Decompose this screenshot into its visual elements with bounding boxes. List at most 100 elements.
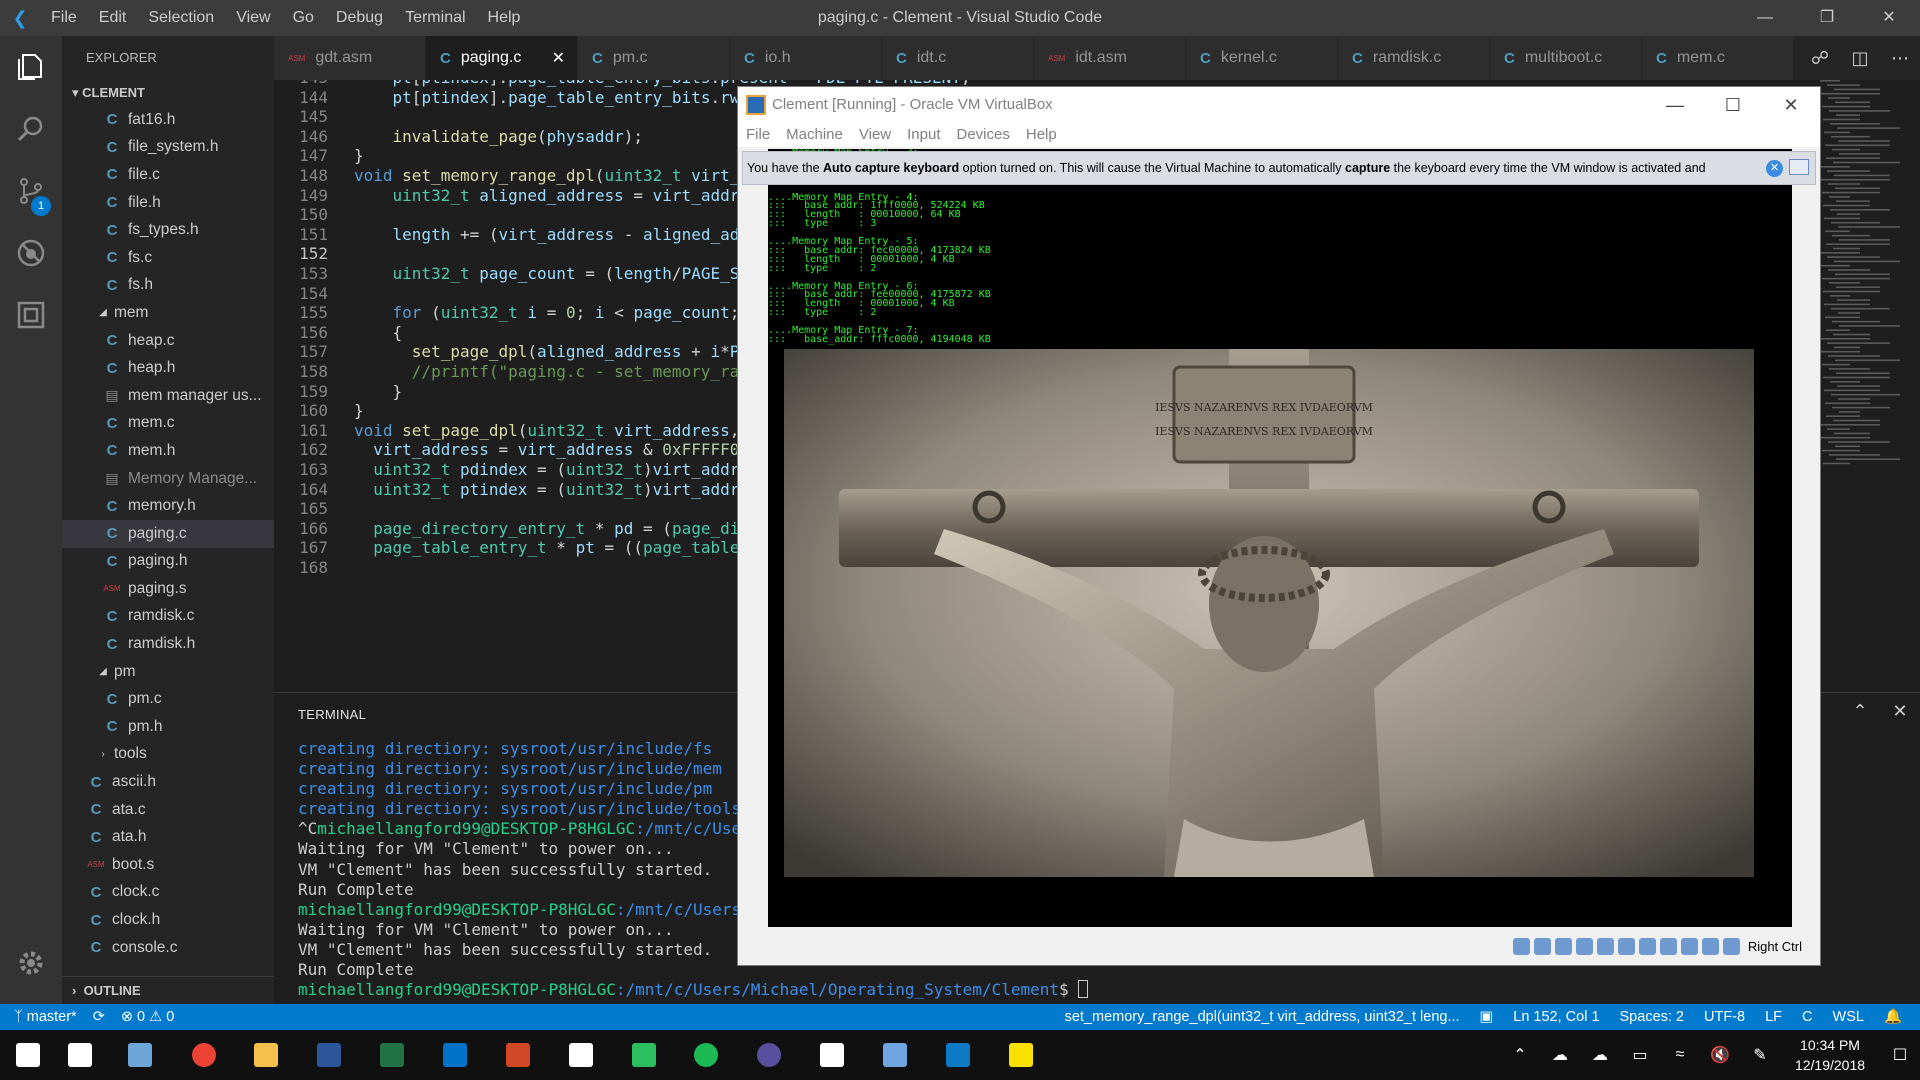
menu-help[interactable]: Help <box>477 0 532 36</box>
battery-icon[interactable]: ▭ <box>1620 1045 1660 1065</box>
tree-item-ramdisk-c[interactable]: Cramdisk.c <box>62 603 274 631</box>
wifi-icon[interactable]: ≈ <box>1660 1046 1700 1064</box>
tree-item-tools[interactable]: › tools <box>62 741 274 769</box>
tree-item-fs-types-h[interactable]: Cfs_types.h <box>62 216 274 244</box>
tree-item-pm-h[interactable]: Cpm.h <box>62 713 274 741</box>
hdd-icon[interactable] <box>1513 938 1530 955</box>
display-icon[interactable] <box>1639 938 1656 955</box>
tree-item-fs-c[interactable]: Cfs.c <box>62 244 274 272</box>
tree-item-clock-h[interactable]: Cclock.h <box>62 906 274 934</box>
eclipse-icon[interactable] <box>749 1035 789 1075</box>
video-capture-icon[interactable] <box>1660 938 1677 955</box>
problems-indicator[interactable]: ⊗ 0 ⚠ 0 <box>121 1004 174 1030</box>
tree-item-memory-h[interactable]: Cmemory.h <box>62 492 274 520</box>
network-icon[interactable] <box>1576 938 1593 955</box>
notification-bell-icon[interactable]: 🔔 <box>1884 1004 1902 1030</box>
tree-item-mem-c[interactable]: Cmem.c <box>62 410 274 438</box>
indentation[interactable]: Spaces: 2 <box>1620 1004 1685 1030</box>
end-of-line[interactable]: LF <box>1765 1004 1782 1030</box>
menu-edit[interactable]: Edit <box>88 0 138 36</box>
tree-item-fs-h[interactable]: Cfs.h <box>62 272 274 300</box>
cpu-icon[interactable] <box>1681 938 1698 955</box>
tree-item-boot-s[interactable]: ASM boot.s <box>62 851 274 879</box>
excel-icon[interactable] <box>372 1035 412 1075</box>
notice-close-icon[interactable]: ✕ <box>1766 160 1783 177</box>
tree-item-console-c[interactable]: Cconsole.c <box>62 934 274 962</box>
tab-paging-c[interactable]: Cpaging.c ✕ <box>426 36 578 80</box>
tree-item-ascii-h[interactable]: Cascii.h <box>62 768 274 796</box>
task-view-icon[interactable] <box>60 1035 100 1075</box>
tree-item-file-system-h[interactable]: Cfile_system.h <box>62 134 274 162</box>
tree-item-file-h[interactable]: Cfile.h <box>62 189 274 217</box>
vbox-menu-help[interactable]: Help <box>1018 123 1065 147</box>
vbox-maximize-icon[interactable]: ☐ <box>1704 87 1762 123</box>
show-hidden-icons-icon[interactable]: ⌃ <box>1500 1045 1540 1065</box>
terminal-icon[interactable] <box>812 1035 852 1075</box>
open-changes-icon[interactable]: ☍ <box>1800 48 1840 69</box>
volume-muted-icon[interactable]: 🔇 <box>1700 1045 1740 1065</box>
search-icon[interactable] <box>0 98 62 160</box>
file-explorer-icon[interactable] <box>246 1035 286 1075</box>
cursor-position[interactable]: Ln 152, Col 1 <box>1513 1004 1599 1030</box>
onedrive-icon[interactable]: ☁ <box>1540 1045 1580 1065</box>
tab-close-icon[interactable]: ✕ <box>552 48 565 68</box>
tab-multiboot-c[interactable]: Cmultiboot.c <box>1490 36 1642 80</box>
remote-indicator[interactable]: WSL <box>1833 1004 1864 1030</box>
vbox-menu-view[interactable]: View <box>851 123 899 147</box>
menu-go[interactable]: Go <box>282 0 325 36</box>
maximize-panel-icon[interactable]: ⌃ <box>1840 701 1880 722</box>
tab-idt-asm[interactable]: ASM idt.asm <box>1034 36 1186 80</box>
settings-gear-icon[interactable] <box>0 932 62 994</box>
tab-pm-c[interactable]: Cpm.c <box>578 36 730 80</box>
action-center-icon[interactable]: ☐ <box>1880 1045 1920 1065</box>
extensions-icon[interactable] <box>0 284 62 346</box>
evernote-icon[interactable] <box>624 1035 664 1075</box>
tree-item-heap-c[interactable]: Cheap.c <box>62 327 274 355</box>
word-icon[interactable] <box>309 1035 349 1075</box>
host-key-label[interactable]: Right Ctrl <box>1748 929 1802 965</box>
vbox-menu-devices[interactable]: Devices <box>949 123 1018 147</box>
menu-debug[interactable]: Debug <box>325 0 394 36</box>
powerpoint-icon[interactable] <box>498 1035 538 1075</box>
tree-item-paging-s[interactable]: ASM paging.s <box>62 575 274 603</box>
tree-item-paging-h[interactable]: Cpaging.h <box>62 548 274 576</box>
keyboard-capture-icon[interactable] <box>1789 159 1809 175</box>
optical-drive-icon[interactable] <box>1534 938 1551 955</box>
tree-item-memory-manage[interactable]: ▤ Memory Manage... <box>62 465 274 493</box>
cloud-icon[interactable]: ☁ <box>1580 1045 1620 1065</box>
sticky-notes-icon[interactable] <box>1001 1035 1041 1075</box>
mouse-integration-icon[interactable] <box>1702 938 1719 955</box>
chrome-icon[interactable] <box>184 1035 224 1075</box>
menu-selection[interactable]: Selection <box>137 0 225 36</box>
calculator-icon[interactable] <box>561 1035 601 1075</box>
split-editor-icon[interactable]: ◫ <box>1840 48 1880 69</box>
vbox-minimize-icon[interactable]: — <box>1646 87 1704 123</box>
sync-icon[interactable]: ⟳ <box>93 1004 105 1030</box>
outlook-icon[interactable] <box>435 1035 475 1075</box>
pen-icon[interactable]: ✎ <box>1740 1045 1780 1065</box>
usb-icon[interactable] <box>1597 938 1614 955</box>
branch-indicator[interactable]: ᛉ master* <box>14 1004 77 1030</box>
current-function[interactable]: set_memory_range_dpl(uint32_t virt_addre… <box>1065 1004 1460 1030</box>
terminal-status-icon[interactable]: ▣ <box>1480 1004 1494 1030</box>
taskbar-clock[interactable]: 10:34 PM 12/19/2018 <box>1780 1035 1880 1075</box>
workspace-root[interactable]: ▾ CLEMENT <box>62 80 274 106</box>
more-actions-icon[interactable]: ⋯ <box>1880 48 1920 69</box>
tree-item-ramdisk-h[interactable]: Cramdisk.h <box>62 630 274 658</box>
explorer-app-icon[interactable] <box>120 1035 160 1075</box>
tree-item-paging-c[interactable]: Cpaging.c <box>62 519 274 548</box>
audio-icon[interactable] <box>1555 938 1572 955</box>
language-mode[interactable]: C <box>1802 1004 1812 1030</box>
menu-file[interactable]: File <box>40 0 88 36</box>
vbox-menu-input[interactable]: Input <box>899 123 948 147</box>
tree-item-file-c[interactable]: Cfile.c <box>62 161 274 189</box>
encoding[interactable]: UTF-8 <box>1704 1004 1745 1030</box>
restore-icon[interactable]: ❐ <box>1796 0 1858 36</box>
tab-mem-c[interactable]: Cmem.c <box>1642 36 1794 80</box>
vbox-menu-machine[interactable]: Machine <box>778 123 851 147</box>
close-panel-icon[interactable]: ✕ <box>1880 701 1920 722</box>
spotify-icon[interactable] <box>686 1035 726 1075</box>
source-control-icon[interactable]: 1 <box>0 160 62 222</box>
minimize-icon[interactable]: — <box>1734 0 1796 36</box>
tab-idt-c[interactable]: Cidt.c <box>882 36 1034 80</box>
